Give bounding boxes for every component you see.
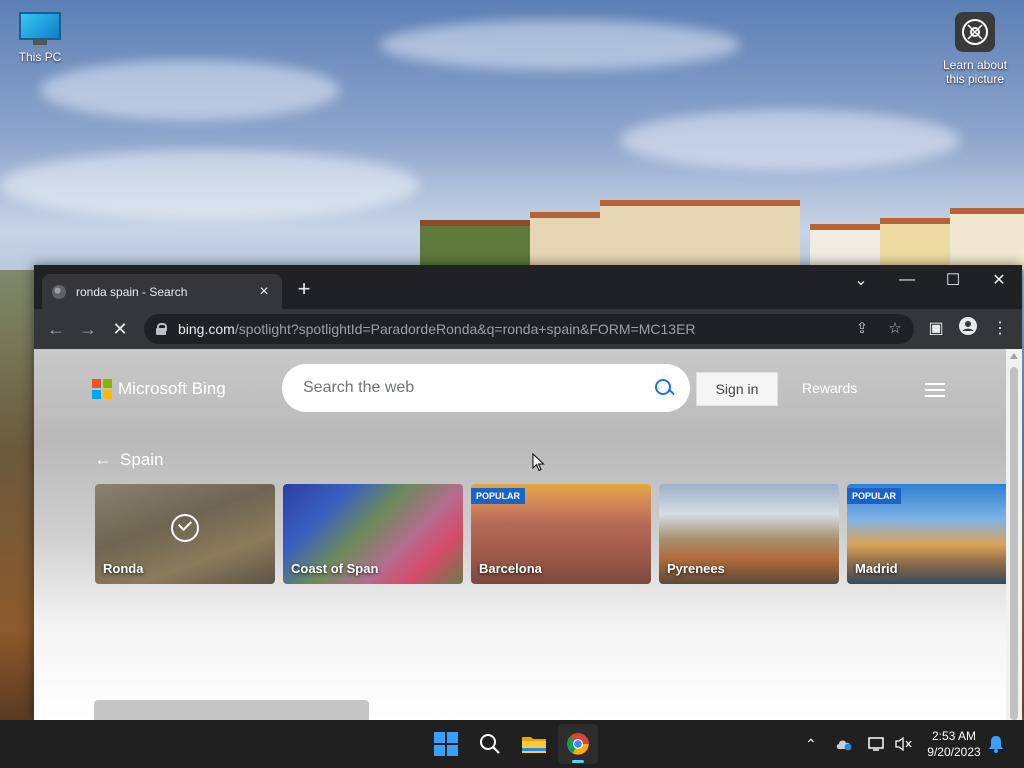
popular-badge: POPULAR <box>471 488 526 504</box>
scroll-up-icon[interactable] <box>1010 353 1018 359</box>
stop-loading-icon[interactable]: ✕ <box>108 317 132 341</box>
clock-date: 9/20/2023 <box>927 745 981 759</box>
search-box[interactable]: Search the web <box>282 364 690 412</box>
card-label: Pyrenees <box>667 561 725 576</box>
bookmark-star-icon[interactable]: ☆ <box>886 320 904 338</box>
desktop-icon-label: This PC <box>18 50 62 64</box>
address-bar[interactable]: bing.com/spotlight?spotlightId=Paradorde… <box>144 314 914 344</box>
bing-brand-name: Microsoft Bing <box>118 379 226 398</box>
back-to-spain-link[interactable]: ← Spain <box>94 449 163 470</box>
clock-time: 2:53 AM <box>931 729 977 743</box>
page-scrollbar[interactable] <box>1006 349 1022 720</box>
camera-icon <box>955 12 995 52</box>
notification-bell-icon[interactable] <box>988 720 1004 768</box>
card-label: Barcelona <box>479 561 542 576</box>
lock-icon[interactable] <box>156 323 167 335</box>
spotlight-card-madrid[interactable]: POPULAR Madrid <box>847 484 1006 584</box>
card-label: Madrid <box>855 561 898 576</box>
close-window-button[interactable]: ✕ <box>976 265 1022 295</box>
desktop-icon-learn-about-picture[interactable]: Learn about this picture <box>935 12 1015 86</box>
file-explorer-icon[interactable] <box>514 724 554 764</box>
monitor-icon <box>19 12 61 46</box>
menu-kebab-icon[interactable]: ⋮ <box>988 317 1012 341</box>
url-host: bing.com <box>178 321 235 337</box>
mouse-cursor-icon <box>532 453 545 472</box>
forward-icon[interactable]: → <box>76 317 100 341</box>
back-link-label: Spain <box>120 449 164 469</box>
content-placeholder-panel <box>94 700 369 720</box>
profile-icon[interactable] <box>956 317 980 341</box>
desktop-icon-this-pc[interactable]: This PC <box>0 12 80 64</box>
network-icon[interactable] <box>868 720 886 768</box>
card-label: Coast of Span <box>291 561 379 576</box>
maximize-button[interactable]: ☐ <box>930 265 976 295</box>
rewards-link[interactable]: Rewards <box>802 380 857 396</box>
scrollbar-thumb[interactable] <box>1010 367 1018 720</box>
tab-strip: ronda spain - Search × + ⌄ ― ☐ ✕ <box>34 265 1022 309</box>
sign-in-button[interactable]: Sign in <box>696 372 778 406</box>
chrome-icon[interactable] <box>558 724 598 764</box>
check-circle-icon <box>171 514 199 542</box>
back-arrow-icon: ← <box>94 449 112 469</box>
side-panel-icon[interactable]: ▣ <box>924 317 948 341</box>
onedrive-icon[interactable] <box>835 720 853 768</box>
browser-tab[interactable]: ronda spain - Search × <box>42 274 282 309</box>
spotlight-card-barcelona[interactable]: POPULAR Barcelona <box>471 484 651 584</box>
tab-search-chevron-icon[interactable]: ⌄ <box>838 265 884 295</box>
page-content: Microsoft Bing Search the web Sign in Re… <box>34 349 1006 720</box>
browser-toolbar: ← → ✕ bing.com/spotlight?spotlightId=Par… <box>34 309 1022 349</box>
tab-close-icon[interactable]: × <box>256 283 272 301</box>
tab-title: ronda spain - Search <box>76 284 188 299</box>
volume-muted-icon[interactable] <box>895 720 913 768</box>
minimize-button[interactable]: ― <box>884 265 930 295</box>
back-icon[interactable]: ← <box>44 317 68 341</box>
new-tab-button[interactable]: + <box>292 278 316 300</box>
url-path: /spotlight?spotlightId=ParadordeRonda&q=… <box>234 321 696 337</box>
bing-favicon-icon <box>52 284 66 299</box>
system-clock[interactable]: 2:53 AM 9/20/2023 <box>920 728 988 760</box>
show-hidden-icons-chevron-icon[interactable]: ⌃ <box>805 720 817 768</box>
search-input[interactable]: Search the web <box>303 379 654 397</box>
spotlight-card-coast-of-span[interactable]: Coast of Span <box>283 484 463 584</box>
hamburger-menu-icon[interactable] <box>925 383 945 397</box>
spotlight-card-pyrenees[interactable]: Pyrenees <box>659 484 839 584</box>
search-icon[interactable] <box>470 724 510 764</box>
microsoft-logo-icon <box>92 379 112 399</box>
bing-logo[interactable]: Microsoft Bing <box>92 379 226 399</box>
search-icon[interactable] <box>654 378 674 398</box>
popular-badge: POPULAR <box>847 488 902 504</box>
taskbar: ⌃ 2:53 AM 9/20/2023 <box>0 720 1024 768</box>
desktop-icon-label: Learn about this picture <box>942 58 1008 86</box>
share-icon[interactable]: ⇪ <box>853 320 871 338</box>
browser-window: ronda spain - Search × + ⌄ ― ☐ ✕ ← → ✕ b… <box>34 265 1022 720</box>
spotlight-card-ronda[interactable]: Ronda <box>95 484 275 584</box>
windows-start-icon[interactable] <box>426 724 466 764</box>
card-label: Ronda <box>103 561 144 576</box>
